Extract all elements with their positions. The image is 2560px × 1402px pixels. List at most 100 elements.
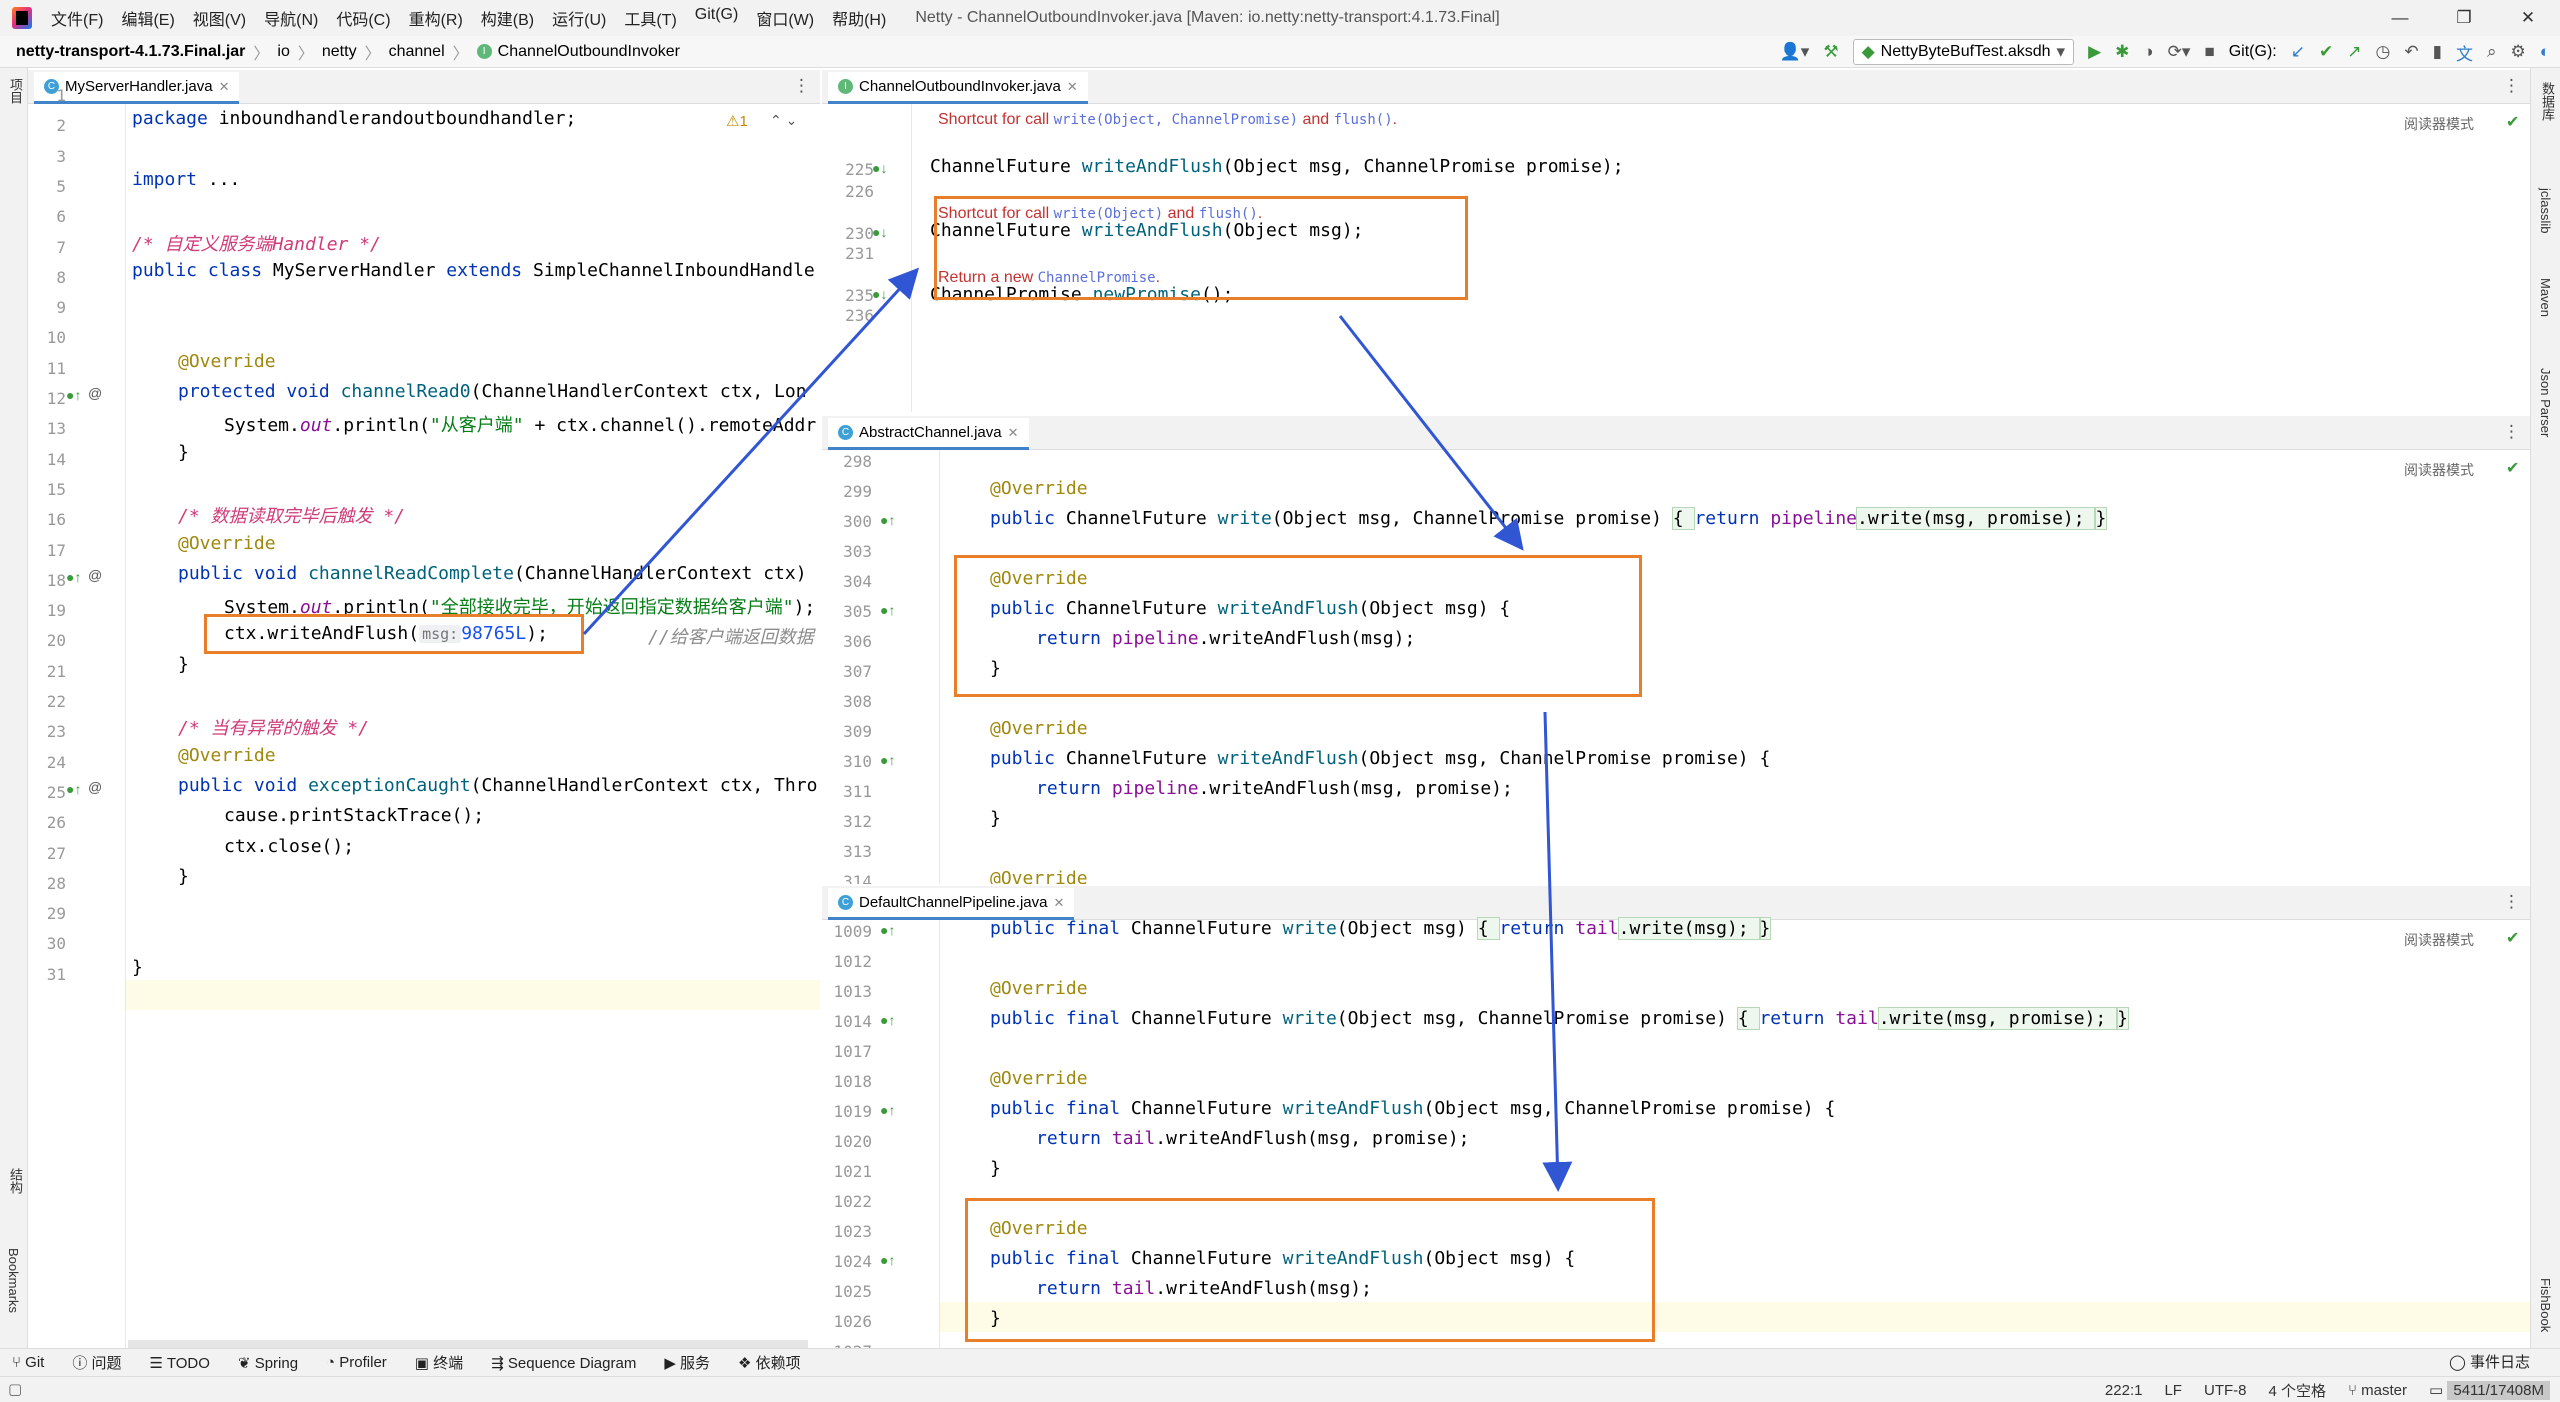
implemented-method-icon[interactable]: ●↓ (872, 224, 887, 240)
build-hammer-icon[interactable]: ⚒ (1823, 42, 1838, 62)
tool-fishbook[interactable]: FishBook (2538, 1278, 2553, 1332)
tool-spring[interactable]: ❦ Spring (238, 1354, 298, 1372)
tool-profiler[interactable]: ◔ Profiler (326, 1354, 387, 1371)
coverage-icon[interactable]: ◑ (2143, 42, 2153, 62)
menu-file[interactable]: 文件(F) (42, 6, 112, 30)
git-push-icon[interactable]: ↗ (2347, 42, 2361, 62)
more-options-icon[interactable]: ⋮ (2503, 422, 2520, 442)
reader-mode-label[interactable]: 阅读器模式 (2404, 930, 2474, 950)
tool-jclasslib[interactable]: jclasslib (2538, 188, 2553, 234)
profile-icon[interactable]: ⟳▾ (2168, 42, 2191, 62)
git-history-icon[interactable]: ◷ (2375, 42, 2390, 62)
caret-position[interactable]: 222:1 (2105, 1382, 2143, 1399)
stop-icon[interactable]: ■ (2204, 42, 2214, 62)
tool-maven[interactable]: Maven (2538, 278, 2553, 317)
implements-method-icon[interactable]: ●↑ (880, 1102, 895, 1118)
menu-tools[interactable]: 工具(T) (615, 6, 685, 30)
line-separator[interactable]: LF (2164, 1382, 2182, 1399)
git-update-icon[interactable]: ↙ (2291, 42, 2305, 62)
warning-indicator[interactable]: ⚠1 (726, 112, 748, 130)
implements-method-icon[interactable]: ●↑ (880, 512, 895, 528)
menu-edit[interactable]: 编辑(E) (112, 6, 183, 30)
plugin-icon[interactable]: ▮ (2433, 42, 2442, 62)
search-icon[interactable]: ⌕ (2487, 42, 2497, 62)
breadcrumb-jar[interactable]: netty-transport-4.1.73.Final.jar (16, 43, 245, 61)
tab-abstractchannel[interactable]: C AbstractChannel.java ✕ (828, 418, 1029, 450)
tab-channeloutboundinvoker[interactable]: I ChannelOutboundInvoker.java ✕ (828, 72, 1088, 104)
tool-services[interactable]: ▶ 服务 (664, 1352, 710, 1373)
toolbox-icon[interactable]: ◐ (2540, 42, 2550, 62)
more-options-icon[interactable]: ⋮ (2503, 76, 2520, 96)
menu-build[interactable]: 构建(B) (472, 6, 543, 30)
tool-todo[interactable]: ☰ TODO (150, 1354, 210, 1372)
indent-setting[interactable]: 4 个空格 (2268, 1380, 2326, 1401)
implements-method-icon[interactable]: ●↑ (66, 387, 81, 403)
file-encoding[interactable]: UTF-8 (2204, 1382, 2247, 1399)
restore-button[interactable]: ❐ (2432, 0, 2496, 36)
tool-event-log[interactable]: ◯ 事件日志 (2449, 1349, 2530, 1377)
close-tab-icon[interactable]: ✕ (1053, 895, 1064, 911)
git-branch-widget[interactable]: ⑂ master (2348, 1382, 2407, 1399)
menu-window[interactable]: 窗口(W) (747, 6, 823, 30)
more-options-icon[interactable]: ⋮ (2503, 892, 2520, 912)
implements-method-icon[interactable]: ●↑ (66, 781, 81, 797)
menu-code[interactable]: 代码(C) (327, 6, 399, 30)
annotation-icon[interactable]: @ (88, 779, 102, 795)
debug-icon[interactable]: ✱ (2115, 42, 2129, 62)
tool-database[interactable]: 数据库 (2538, 82, 2557, 121)
menu-view[interactable]: 视图(V) (184, 6, 255, 30)
annotation-icon[interactable]: @ (88, 385, 102, 401)
menu-run[interactable]: 运行(U) (543, 6, 615, 30)
tool-structure[interactable]: 结构 (6, 1168, 25, 1194)
annotation-icon[interactable]: @ (88, 567, 102, 583)
memory-indicator[interactable]: ▭ 5411/17408M (2429, 1381, 2550, 1400)
implements-method-icon[interactable]: ●↑ (880, 1012, 895, 1028)
translate-icon[interactable]: 文 (2456, 40, 2473, 65)
line-number: 1014 (833, 1012, 872, 1031)
implements-method-icon[interactable]: ●↑ (880, 922, 895, 938)
status-square-icon[interactable]: ▢ (8, 1380, 22, 1398)
breadcrumb-channel[interactable]: channel (389, 43, 445, 61)
breadcrumb-class[interactable]: ChannelOutboundInvoker (498, 43, 680, 61)
tool-project[interactable]: 项目 (6, 78, 25, 104)
implements-method-icon[interactable]: ●↑ (66, 569, 81, 585)
breadcrumb-netty[interactable]: netty (322, 43, 357, 61)
menu-navigate[interactable]: 导航(N) (255, 6, 327, 30)
close-tab-icon[interactable]: ✕ (1008, 425, 1019, 441)
git-commit-icon[interactable]: ✔ (2319, 42, 2333, 62)
git-rollback-icon[interactable]: ↶ (2404, 42, 2418, 62)
reader-mode-label[interactable]: 阅读器模式 (2404, 114, 2474, 134)
implements-method-icon[interactable]: ●↑ (880, 1252, 895, 1268)
close-tab-icon[interactable]: ✕ (219, 79, 230, 95)
reader-mode-label[interactable]: 阅读器模式 (2404, 460, 2474, 480)
tool-terminal[interactable]: ▣ 终端 (415, 1352, 463, 1373)
tool-dependencies[interactable]: ❖ 依赖项 (738, 1352, 801, 1373)
implemented-method-icon[interactable]: ●↓ (872, 286, 887, 302)
implements-method-icon[interactable]: ●↑ (880, 602, 895, 618)
horizontal-scrollbar[interactable] (128, 1340, 808, 1348)
line-number: 17 (46, 540, 66, 560)
tool-problems[interactable]: ⓘ 问题 (72, 1352, 121, 1373)
line-number: 226 (845, 182, 874, 201)
implemented-method-icon[interactable]: ●↓ (872, 160, 887, 176)
gear-icon[interactable]: ⚙ (2510, 42, 2525, 62)
run-configuration-select[interactable]: ◆ NettyByteBufTest.aksdh ▾ (1852, 39, 2075, 65)
tab-defaultchannelpipeline[interactable]: C DefaultChannelPipeline.java ✕ (828, 888, 1075, 920)
user-icon[interactable]: 👤▾ (1780, 42, 1810, 62)
menu-refactor[interactable]: 重构(R) (400, 6, 472, 30)
more-options-icon[interactable]: ⋮ (793, 76, 810, 96)
breadcrumb-io[interactable]: io (277, 43, 289, 61)
menu-help[interactable]: 帮助(H) (823, 6, 895, 30)
implements-method-icon[interactable]: ●↑ (880, 752, 895, 768)
code-line: } (178, 441, 189, 463)
tool-bookmarks[interactable]: Bookmarks (6, 1248, 21, 1313)
chevron-up-down-icon[interactable]: ⌃ ⌄ (770, 112, 797, 129)
tool-git[interactable]: ⑂ Git (12, 1354, 44, 1371)
run-icon[interactable]: ▶ (2088, 42, 2101, 62)
menu-git[interactable]: Git(G) (686, 6, 748, 30)
tool-sequence-diagram[interactable]: ⇶ Sequence Diagram (491, 1354, 636, 1372)
close-tab-icon[interactable]: ✕ (1067, 79, 1078, 95)
tool-json-parser[interactable]: Json Parser (2538, 368, 2553, 437)
close-button[interactable]: ✕ (2496, 0, 2560, 36)
minimize-button[interactable]: — (2368, 0, 2432, 36)
